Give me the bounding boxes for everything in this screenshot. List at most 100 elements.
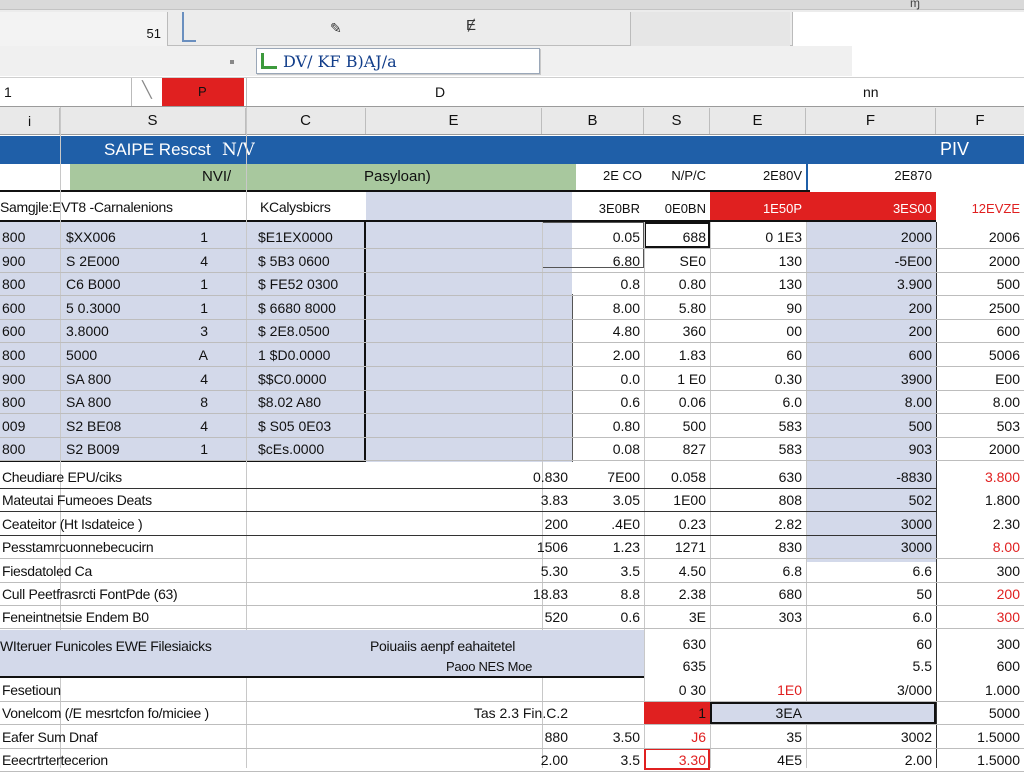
sheet-tab[interactable]: DV/ KF B)AJ/a bbox=[256, 48, 540, 74]
lower-cell-e[interactable]: 7E00 bbox=[572, 466, 644, 488]
data-cell-d[interactable]: $$C0.0000 bbox=[256, 368, 366, 390]
lower-cell-h[interactable]: 6.0 bbox=[806, 606, 936, 628]
lower-cell-h[interactable]: 6.6 bbox=[806, 560, 936, 582]
data-cell-g[interactable]: 6.0 bbox=[710, 391, 806, 413]
lower-cell-h[interactable]: 502 bbox=[806, 489, 936, 511]
data-cell-c[interactable]: 4 bbox=[180, 368, 212, 390]
data-cell-a[interactable]: 600 bbox=[0, 297, 60, 319]
data-cell-a[interactable]: 900 bbox=[0, 368, 60, 390]
bottom-cell-f[interactable]: 0 30 bbox=[644, 679, 710, 701]
data-cell-f[interactable]: 500 bbox=[644, 415, 710, 437]
lower-cell-d[interactable]: 1506 bbox=[472, 536, 572, 558]
column-header-i[interactable]: F bbox=[936, 108, 1024, 134]
data-cell-h[interactable]: 200 bbox=[806, 320, 936, 342]
section2-cell-i[interactable]: 600 bbox=[936, 655, 1024, 677]
data-cell-c[interactable]: 1 bbox=[180, 273, 212, 295]
lower-cell-f[interactable]: 1271 bbox=[644, 536, 710, 558]
data-cell-g[interactable]: 00 bbox=[710, 320, 806, 342]
data-cell-f[interactable]: 0.80 bbox=[644, 273, 710, 295]
data-cell-e[interactable]: 0.08 bbox=[542, 438, 644, 460]
bottom-cell-i[interactable]: 5000 bbox=[936, 702, 1024, 724]
fx-icon[interactable]: Ɇ bbox=[466, 17, 488, 39]
lower-cell-f[interactable]: 0.23 bbox=[644, 513, 710, 535]
cell-reference-box[interactable]: 51 bbox=[0, 12, 168, 46]
lower-cell-i[interactable]: 2.30 bbox=[936, 513, 1024, 535]
data-cell-d[interactable]: $ S05 0E03 bbox=[256, 415, 366, 437]
data-cell-f[interactable]: 0.06 bbox=[644, 391, 710, 413]
data-cell-e[interactable]: 8.00 bbox=[542, 297, 644, 319]
data-cell-h[interactable]: 2000 bbox=[806, 226, 936, 248]
lower-cell-d[interactable]: 18.83 bbox=[472, 583, 572, 605]
lower-cell-f[interactable]: 3E bbox=[644, 606, 710, 628]
lower-cell-i[interactable]: 300 bbox=[936, 560, 1024, 582]
bottom-cell-g[interactable]: 1E0 bbox=[710, 679, 806, 701]
data-cell-h[interactable]: 3.900 bbox=[806, 273, 936, 295]
data-cell-e[interactable]: 0.8 bbox=[542, 273, 644, 295]
lower-cell-d[interactable]: 0.830 bbox=[472, 466, 572, 488]
data-cell-d[interactable]: $ 5B3 0600 bbox=[256, 250, 366, 272]
data-cell-f[interactable]: 688 bbox=[644, 226, 710, 248]
data-cell-e[interactable]: 0.80 bbox=[542, 415, 644, 437]
column-header-f[interactable]: S bbox=[644, 108, 710, 134]
bottom-cell-g[interactable]: 3EA bbox=[710, 702, 806, 724]
data-cell-i[interactable]: E00 bbox=[936, 368, 1024, 390]
data-cell-g[interactable]: 583 bbox=[710, 415, 806, 437]
lower-cell-i[interactable]: 1.800 bbox=[936, 489, 1024, 511]
data-cell-i[interactable]: 2006 bbox=[936, 226, 1024, 248]
toolbar-right-field[interactable] bbox=[792, 12, 1024, 46]
data-cell-a[interactable]: 600 bbox=[0, 320, 60, 342]
data-cell-g[interactable]: 130 bbox=[710, 250, 806, 272]
data-cell-e[interactable]: 6.80 bbox=[542, 250, 644, 272]
data-cell-f[interactable]: SE0 bbox=[644, 250, 710, 272]
data-cell-f[interactable]: 1.83 bbox=[644, 344, 710, 366]
data-cell-h[interactable]: 3900 bbox=[806, 368, 936, 390]
data-cell-a[interactable]: 009 bbox=[0, 415, 60, 437]
data-cell-e[interactable]: 2.00 bbox=[542, 344, 644, 366]
data-cell-e[interactable]: 0.05 bbox=[542, 226, 644, 248]
lower-cell-e[interactable]: 3.05 bbox=[572, 489, 644, 511]
lower-cell-i[interactable]: 200 bbox=[936, 583, 1024, 605]
data-cell-f[interactable]: 360 bbox=[644, 320, 710, 342]
lower-cell-e[interactable]: .4E0 bbox=[572, 513, 644, 535]
lower-cell-f[interactable]: 0.058 bbox=[644, 466, 710, 488]
lower-cell-e[interactable]: 8.8 bbox=[572, 583, 644, 605]
data-cell-a[interactable]: 800 bbox=[0, 344, 60, 366]
data-cell-i[interactable]: 500 bbox=[936, 273, 1024, 295]
name-bar-red-cell[interactable]: P bbox=[162, 78, 244, 106]
section2-cell-g[interactable]: 635 bbox=[644, 655, 710, 677]
data-cell-f[interactable]: 5.80 bbox=[644, 297, 710, 319]
data-cell-i[interactable]: 600 bbox=[936, 320, 1024, 342]
lower-cell-e[interactable]: 3.5 bbox=[572, 560, 644, 582]
lower-cell-i[interactable]: 8.00 bbox=[936, 536, 1024, 558]
bottom-cell-d[interactable]: 880 bbox=[472, 726, 572, 748]
lower-cell-g[interactable]: 808 bbox=[710, 489, 806, 511]
data-cell-h[interactable]: 200 bbox=[806, 297, 936, 319]
lower-cell-g[interactable]: 830 bbox=[710, 536, 806, 558]
toolbar-field[interactable] bbox=[630, 12, 790, 46]
data-cell-a[interactable]: 900 bbox=[0, 250, 60, 272]
data-cell-g[interactable]: 0 1E3 bbox=[710, 226, 806, 248]
data-cell-g[interactable]: 130 bbox=[710, 273, 806, 295]
lower-cell-h[interactable]: -8830 bbox=[806, 466, 936, 488]
lower-cell-h[interactable]: 50 bbox=[806, 583, 936, 605]
data-cell-b[interactable]: 5 0.3000 bbox=[64, 297, 174, 319]
data-cell-c[interactable]: 1 bbox=[180, 226, 212, 248]
lower-cell-i[interactable]: 3.800 bbox=[936, 466, 1024, 488]
data-cell-d[interactable]: $ 2E8.0500 bbox=[256, 320, 366, 342]
data-cell-g[interactable]: 0.30 bbox=[710, 368, 806, 390]
section2-cell-h[interactable]: 60 bbox=[806, 633, 936, 655]
bottom-cell-e[interactable]: 1 bbox=[572, 702, 710, 724]
lower-cell-h[interactable]: 3000 bbox=[806, 536, 936, 558]
data-cell-f[interactable]: 827 bbox=[644, 438, 710, 460]
data-cell-f[interactable]: 1 E0 bbox=[644, 368, 710, 390]
lower-cell-d[interactable]: 5.30 bbox=[472, 560, 572, 582]
data-cell-h[interactable]: -5E00 bbox=[806, 250, 936, 272]
column-header-h[interactable]: F bbox=[806, 108, 936, 134]
lower-cell-g[interactable]: 303 bbox=[710, 606, 806, 628]
lower-cell-f[interactable]: 1E00 bbox=[644, 489, 710, 511]
data-cell-b[interactable]: S 2E000 bbox=[64, 250, 174, 272]
data-cell-a[interactable]: 800 bbox=[0, 273, 60, 295]
lower-cell-e[interactable]: 1.23 bbox=[572, 536, 644, 558]
data-cell-c[interactable]: 1 bbox=[180, 297, 212, 319]
lower-cell-f[interactable]: 2.38 bbox=[644, 583, 710, 605]
